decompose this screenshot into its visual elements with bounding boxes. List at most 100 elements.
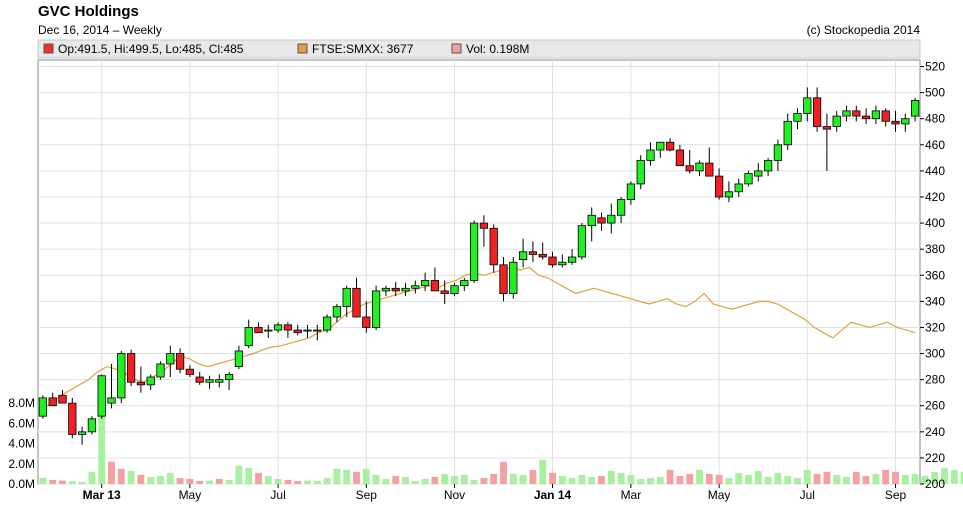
volume-bar xyxy=(39,477,47,484)
volume-bar xyxy=(598,475,605,484)
candle xyxy=(469,220,479,284)
candle-body xyxy=(420,280,430,287)
candle-body xyxy=(646,149,655,161)
volume-bar xyxy=(421,478,429,484)
candle-body xyxy=(842,110,851,117)
candle-body xyxy=(724,191,734,198)
candle-body xyxy=(607,214,616,224)
volume-bar xyxy=(323,477,331,484)
volume-bar xyxy=(911,473,919,484)
legend-item-ftse: FTSE:SMXX: 3677 xyxy=(297,42,414,56)
date-tick-label: Mar 13 xyxy=(83,488,121,502)
volume-bar xyxy=(127,470,135,484)
candle-body xyxy=(793,113,802,122)
volume-bar xyxy=(676,475,684,484)
candle-body xyxy=(861,115,871,120)
price-tick-label: 340 xyxy=(925,294,945,308)
candle-body xyxy=(450,285,459,294)
candle-body xyxy=(273,324,283,331)
date-tick-label: Sep xyxy=(885,488,907,502)
candle-body xyxy=(352,287,361,318)
volume-bar xyxy=(539,459,547,484)
candle-body xyxy=(812,97,822,127)
volume-bar xyxy=(78,481,86,484)
volume-bar xyxy=(519,474,527,484)
volume-bar xyxy=(255,472,262,484)
price-tick-label: 320 xyxy=(925,320,945,334)
candle-body xyxy=(283,324,293,331)
volume-bar xyxy=(882,469,890,484)
volume-bar xyxy=(176,477,184,484)
volume-tick-label: 4.0M xyxy=(8,437,35,451)
candle-body xyxy=(734,183,743,193)
volume-tick-label: 6.0M xyxy=(8,416,35,430)
volume-bar xyxy=(343,469,351,484)
candle-body xyxy=(528,251,538,255)
candle-body xyxy=(587,214,596,227)
candle-body xyxy=(773,144,783,161)
candle-body xyxy=(665,141,675,151)
volume-bar xyxy=(313,480,321,484)
candle xyxy=(97,374,106,419)
volume-bar xyxy=(843,476,850,484)
copyright-text: (c) Stockopedia 2014 xyxy=(807,23,921,37)
volume-bar xyxy=(333,468,341,484)
candle-body xyxy=(87,418,97,433)
candle-body xyxy=(156,363,165,378)
volume-bar xyxy=(803,469,811,484)
volume-bar xyxy=(451,475,458,484)
candle xyxy=(322,314,332,333)
volume-bar xyxy=(862,475,870,484)
candle xyxy=(126,349,136,387)
volume-bar xyxy=(215,478,223,484)
volume-bar xyxy=(901,474,909,484)
volume-bar xyxy=(872,473,880,484)
candle-body xyxy=(38,397,48,417)
candle-body xyxy=(744,173,753,185)
price-tick-label: 420 xyxy=(925,190,945,204)
volume-bar xyxy=(617,472,625,484)
candle-body xyxy=(205,379,214,383)
candle-body xyxy=(58,394,67,404)
candle-body xyxy=(460,280,469,287)
candle xyxy=(577,223,587,260)
volume-bar xyxy=(754,470,762,484)
candle-body xyxy=(656,141,665,151)
volume-bar xyxy=(950,469,958,484)
price-tick-label: 440 xyxy=(925,164,945,178)
candle xyxy=(636,155,645,190)
volume-bar xyxy=(470,479,478,484)
volume-bar xyxy=(745,474,752,484)
date-tick-label: Jan 14 xyxy=(534,488,572,502)
volume-tick-label: 2.0M xyxy=(8,457,35,471)
candle xyxy=(744,170,753,187)
candle-body xyxy=(636,160,645,185)
candle-body xyxy=(509,261,518,294)
date-tick-label: May xyxy=(179,488,202,502)
candle-body xyxy=(244,327,253,347)
candle-body xyxy=(910,100,920,117)
candle-body xyxy=(675,149,685,167)
volume-bar xyxy=(480,477,488,484)
price-tick-label: 360 xyxy=(925,268,945,282)
candle-body xyxy=(754,170,763,177)
volume-bar xyxy=(88,471,96,484)
candle-body xyxy=(469,222,479,281)
candle-body xyxy=(714,175,724,198)
legend-label-ftse: FTSE:SMXX: 3677 xyxy=(312,42,414,56)
volume-bar xyxy=(725,477,733,484)
price-tick-label: 460 xyxy=(925,138,945,152)
candle-body xyxy=(371,290,381,328)
volume-bar xyxy=(578,474,586,484)
candle-body xyxy=(401,287,410,292)
volume-bar xyxy=(823,471,831,484)
volume-bar xyxy=(813,473,821,484)
date-axis: Mar 13MayJulSepNovJan 14MarMayJulSepNov xyxy=(83,484,907,502)
volume-bar xyxy=(666,469,674,484)
volume-bar xyxy=(431,476,439,484)
candle-body xyxy=(597,217,606,224)
volume-bar xyxy=(225,479,233,484)
candle-body xyxy=(117,353,126,399)
candle-body xyxy=(234,350,244,367)
stock-chart: GVC Holdings Dec 16, 2014 – Weekly (c) S… xyxy=(8,3,963,502)
